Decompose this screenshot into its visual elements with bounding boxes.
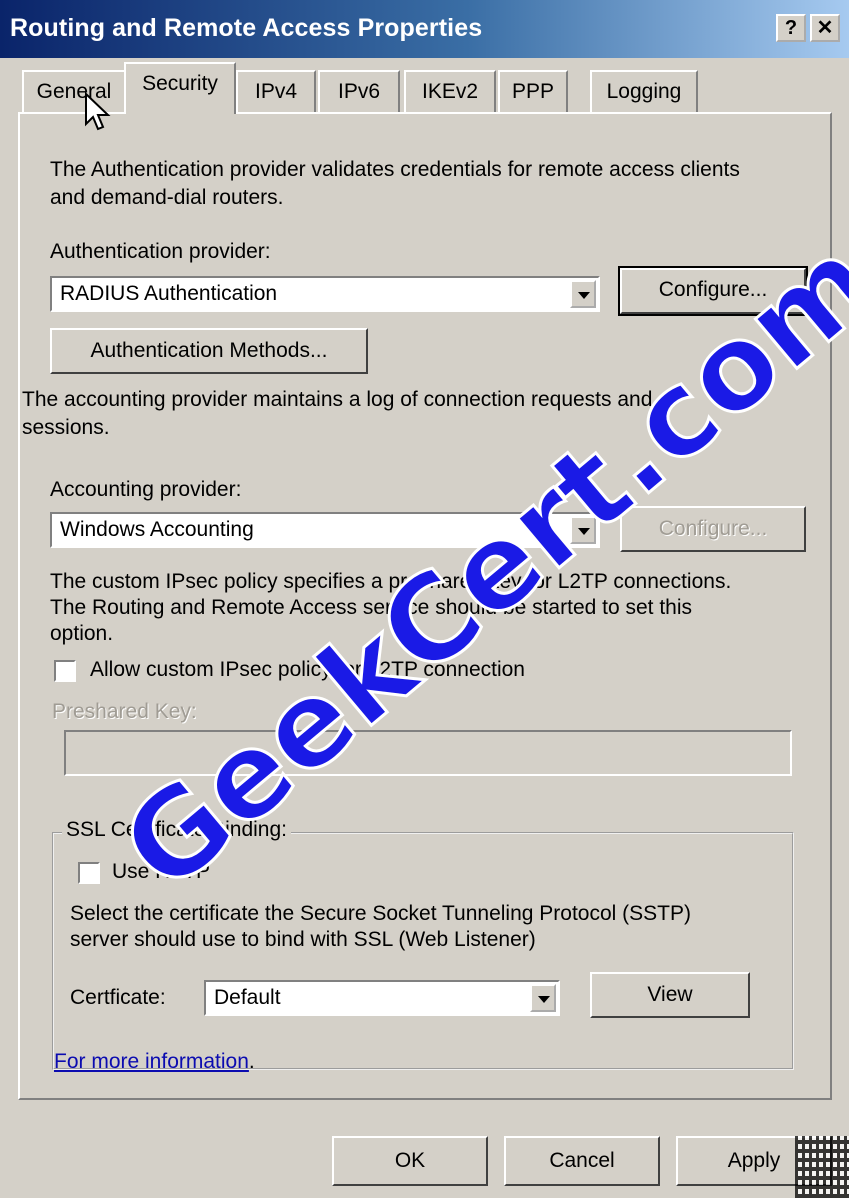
ipsec-policy-label[interactable]: Allow custom IPsec policy for L2TP conne…: [90, 656, 525, 684]
preshared-key-label: Preshared Key:: [52, 700, 197, 723]
window-title: Routing and Remote Access Properties: [10, 14, 483, 42]
auth-provider-label: Authentication provider:: [50, 240, 271, 263]
tab-ppp[interactable]: PPP: [498, 70, 568, 114]
accounting-configure-button[interactable]: Configure...: [620, 506, 806, 552]
close-icon: ✕: [816, 17, 834, 39]
mouse-cursor-icon: [85, 92, 111, 131]
button-label: Apply: [727, 1149, 781, 1172]
auth-description-line2: and demand-dial routers.: [50, 186, 284, 209]
close-button[interactable]: ✕: [810, 14, 840, 42]
help-button[interactable]: ?: [776, 14, 806, 42]
ipsec-description-line3: option.: [50, 622, 114, 645]
title-bar[interactable]: Routing and Remote Access Properties ? ✕: [0, 0, 849, 58]
more-information-link[interactable]: For more information: [54, 1050, 249, 1073]
tab-label: Logging: [606, 80, 682, 103]
sstp-description-line1: Select the certificate the Secure Socket…: [70, 902, 691, 925]
button-label: View: [647, 983, 693, 1006]
preshared-key-input[interactable]: [64, 730, 792, 776]
use-http-label[interactable]: Use HTTP: [112, 858, 210, 886]
tab-label: IPv4: [254, 80, 298, 103]
button-label: Authentication Methods...: [90, 339, 328, 362]
certificate-select[interactable]: Default: [204, 980, 560, 1016]
accounting-provider-value: Windows Accounting: [60, 518, 254, 541]
tab-ipv4[interactable]: IPv4: [236, 70, 316, 114]
view-certificate-button[interactable]: View: [590, 972, 750, 1018]
accounting-provider-select[interactable]: Windows Accounting: [50, 512, 600, 548]
chevron-down-icon[interactable]: [530, 984, 556, 1012]
tab-ipv6[interactable]: IPv6: [318, 70, 400, 114]
tab-label: IPv6: [337, 80, 381, 103]
auth-configure-button[interactable]: Configure...: [618, 266, 808, 316]
chevron-down-icon[interactable]: [570, 516, 596, 544]
use-http-checkbox[interactable]: [78, 862, 100, 884]
certificate-value: Default: [214, 986, 281, 1009]
tab-label: PPP: [511, 80, 555, 103]
auth-provider-value: RADIUS Authentication: [60, 282, 278, 305]
more-information-suffix: .: [248, 1050, 255, 1073]
qr-code-icon: [795, 1136, 849, 1198]
button-label: Cancel: [549, 1149, 615, 1172]
tab-ikev2[interactable]: IKEv2: [404, 70, 496, 114]
chevron-down-icon[interactable]: [570, 280, 596, 308]
tab-label: IKEv2: [421, 80, 479, 103]
ipsec-description-line1: The custom IPsec policy specifies a pres…: [50, 570, 732, 593]
ipsec-description-line2: The Routing and Remote Access service sh…: [50, 596, 693, 619]
help-icon: ?: [784, 17, 798, 39]
accounting-description-line1: The accounting provider maintains a log …: [22, 388, 653, 411]
ssl-binding-legend: SSL Certificate Binding:: [62, 818, 292, 842]
tab-label: Security: [142, 72, 218, 95]
accounting-provider-label: Accounting provider:: [50, 478, 242, 501]
security-tab-panel: The Authentication provider validates cr…: [18, 112, 832, 1100]
button-label: OK: [394, 1149, 426, 1172]
cancel-button[interactable]: Cancel: [504, 1136, 660, 1186]
auth-description-line1: The Authentication provider validates cr…: [50, 158, 740, 181]
properties-dialog: Routing and Remote Access Properties ? ✕…: [0, 0, 849, 1198]
certificate-label: Certficate:: [70, 986, 166, 1009]
sstp-description-line2: server should use to bind with SSL (Web …: [70, 928, 536, 951]
button-label: Configure...: [658, 517, 768, 540]
more-information-row: For more information.: [54, 1048, 255, 1076]
ok-button[interactable]: OK: [332, 1136, 488, 1186]
tab-security[interactable]: Security: [124, 62, 236, 114]
tab-logging[interactable]: Logging: [590, 70, 698, 114]
authentication-methods-button[interactable]: Authentication Methods...: [50, 328, 368, 374]
accounting-description-line2: sessions.: [22, 416, 110, 439]
button-label: Configure...: [658, 278, 768, 301]
auth-provider-select[interactable]: RADIUS Authentication: [50, 276, 600, 312]
ipsec-policy-checkbox[interactable]: [54, 660, 76, 682]
